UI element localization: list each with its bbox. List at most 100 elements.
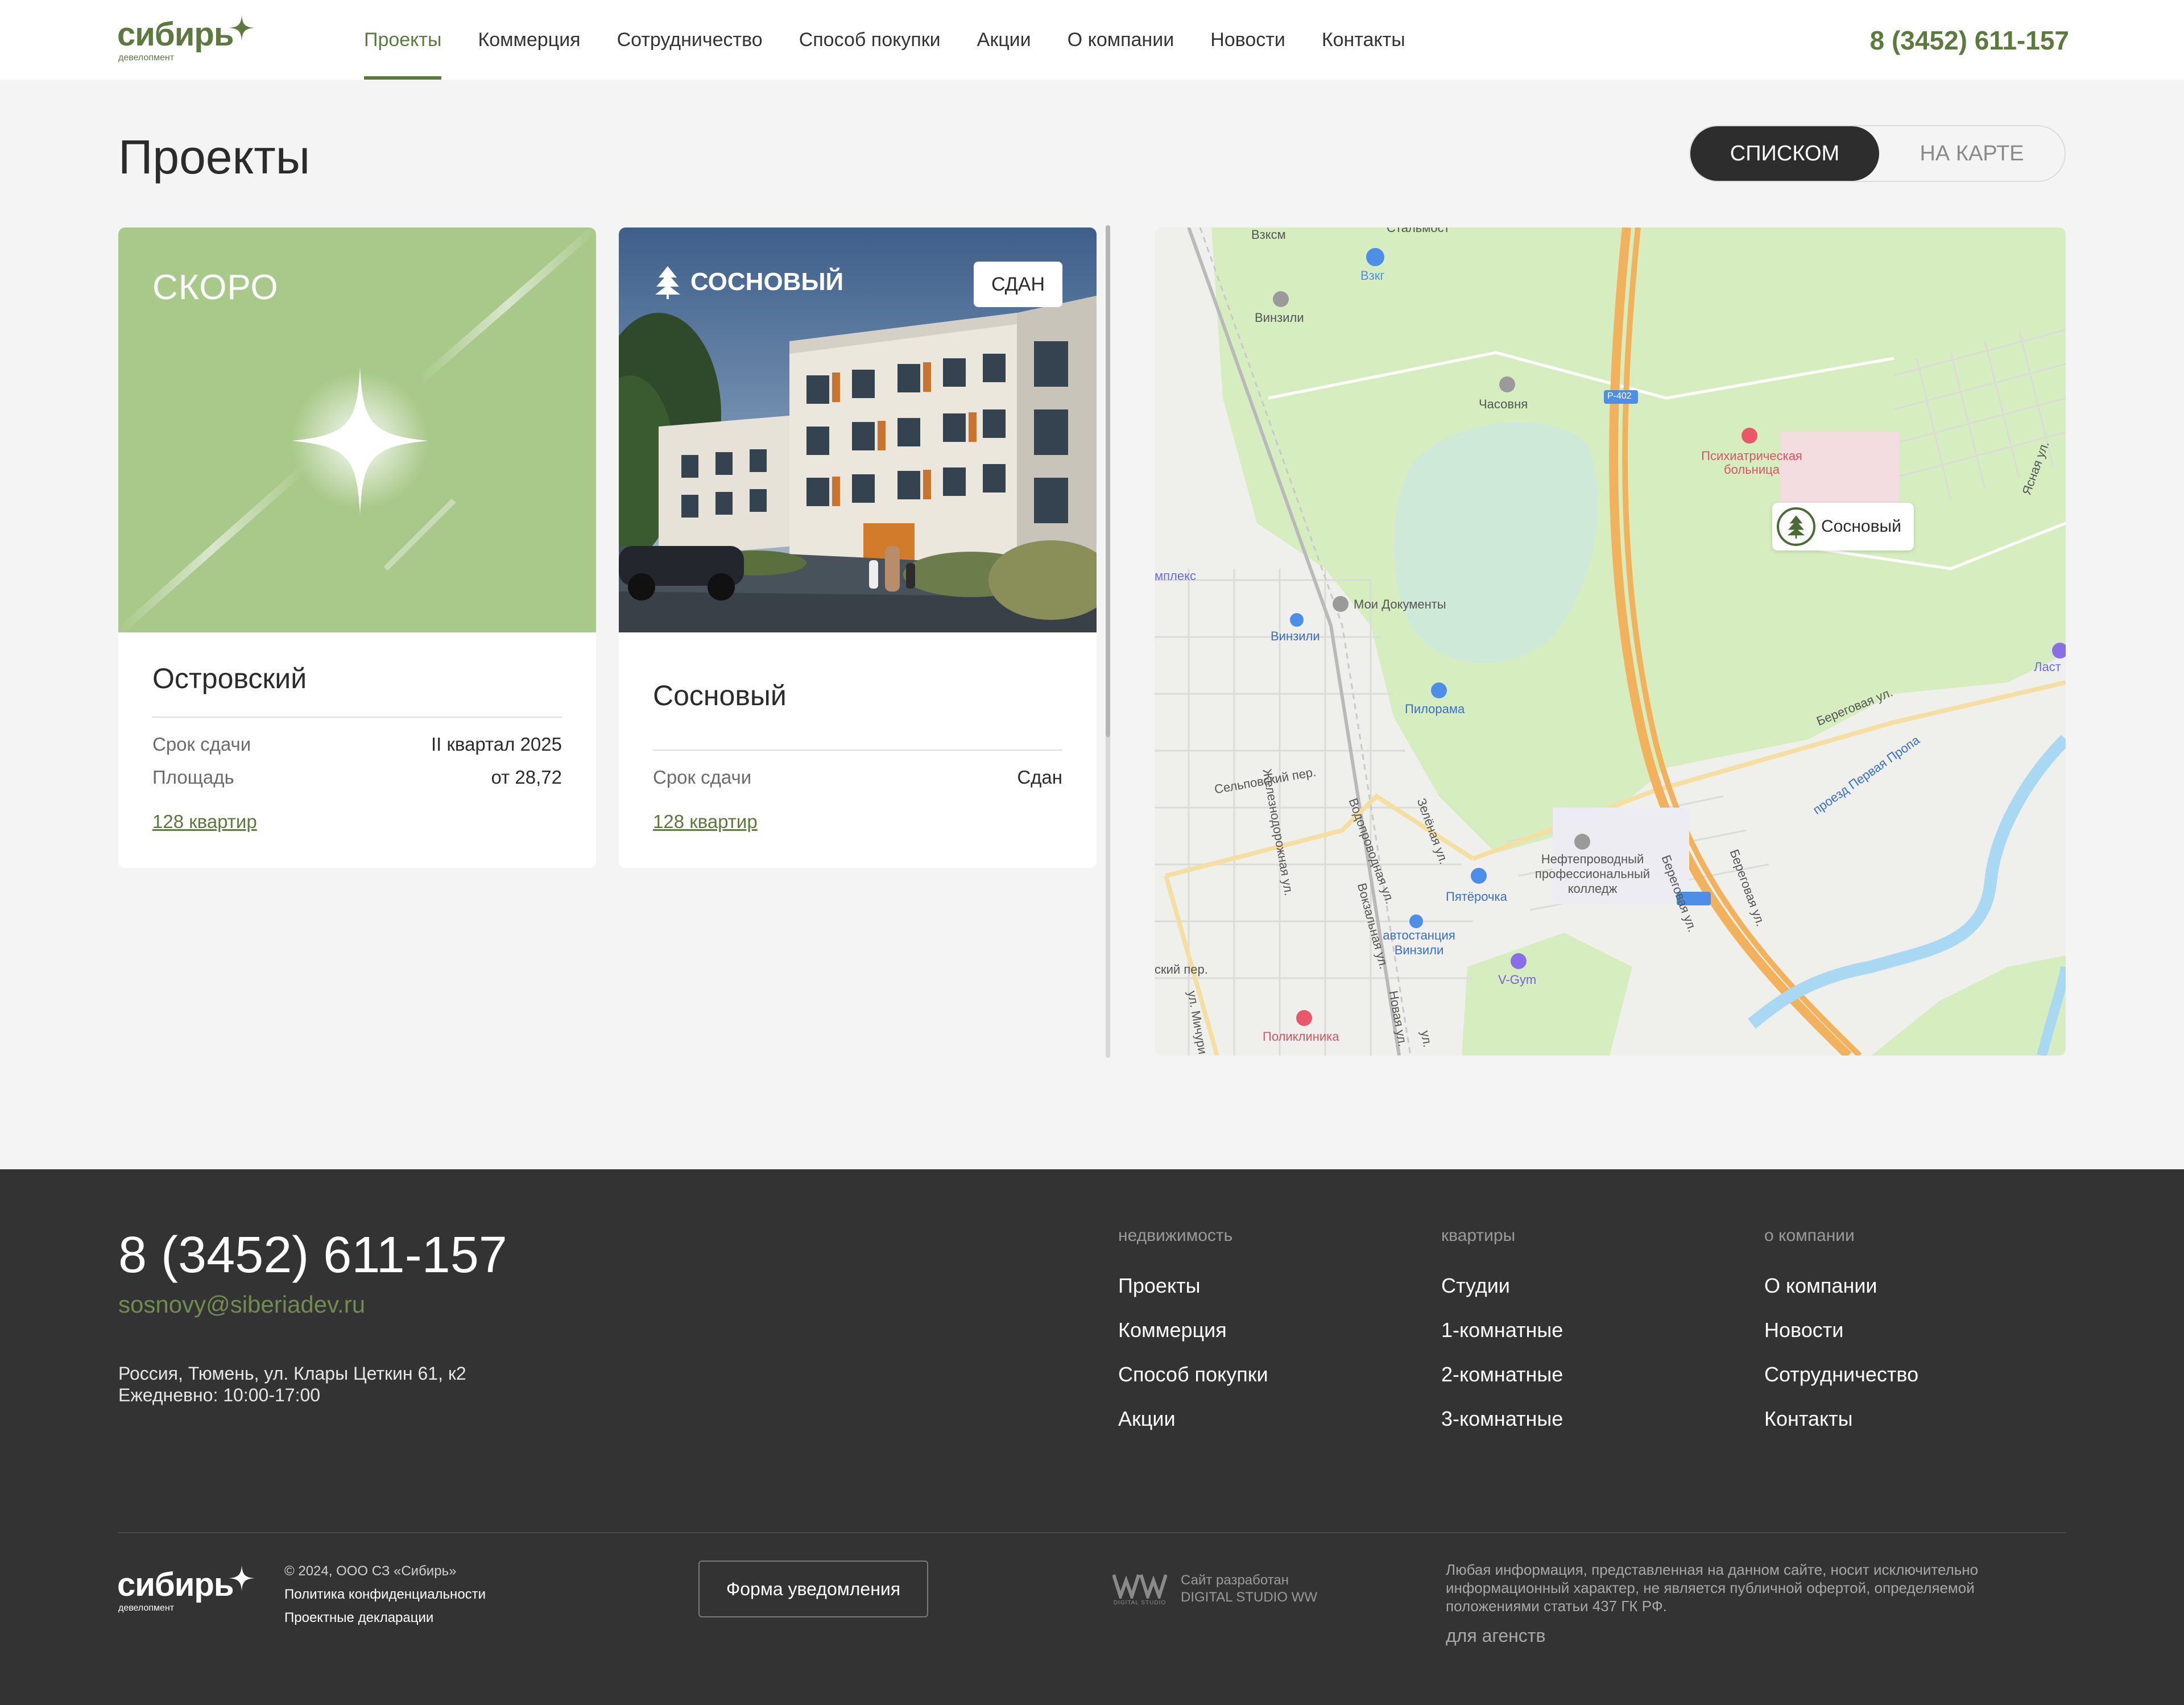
header-phone[interactable]: 8 (3452) 611-157 xyxy=(1870,25,2069,56)
footer-legal-links: © 2024, ООО СЗ «Сибирь» Политика конфиде… xyxy=(284,1559,486,1629)
map-label: Мои Документы xyxy=(1354,597,1446,611)
map-label: Поликлиника xyxy=(1263,1029,1339,1044)
nav-purchase-method[interactable]: Способ покупки xyxy=(799,0,941,80)
projects-map[interactable]: Взксм Стальмост Взкг Винзили Часовня Р-4… xyxy=(1155,227,2066,1056)
footer-column-realty: недвижимость Проекты Коммерция Способ по… xyxy=(1118,1226,1268,1451)
logo-wordmark: сибирь xyxy=(117,16,234,53)
pine-tree-icon xyxy=(1777,507,1815,546)
map-label: Стальмост xyxy=(1387,227,1450,235)
map-label: ул. xyxy=(1418,1029,1436,1049)
map-label: Винзили xyxy=(1271,629,1320,643)
footer-link-news[interactable]: Новости xyxy=(1764,1318,1918,1363)
map-pin-label: Сосновый xyxy=(1821,517,1901,536)
nav-news[interactable]: Новости xyxy=(1210,0,1285,80)
nav-cooperation[interactable]: Сотрудничество xyxy=(617,0,763,80)
row-label: Срок сдачи xyxy=(152,734,251,755)
road-shield: Р-402 xyxy=(1607,391,1632,401)
project-card-cover: СКОРО xyxy=(118,227,596,632)
footer-column-title: о компании xyxy=(1764,1226,1855,1245)
footer-address: Россия, Тюмень, ул. Клары Цеткин 61, к2 … xyxy=(118,1363,466,1406)
footer-link-promotions[interactable]: Акции xyxy=(1118,1407,1268,1451)
map-pin-sosnovy[interactable]: Сосновый xyxy=(1772,503,1914,551)
map-label: Ласт xyxy=(2034,660,2061,674)
nav-commerce[interactable]: Коммерция xyxy=(478,0,580,80)
footer-divider xyxy=(118,1532,2066,1533)
map-label: ский пер. xyxy=(1155,962,1208,976)
footer-link-studios[interactable]: Студии xyxy=(1441,1274,1563,1318)
footer-phone[interactable]: 8 (3452) 611-157 xyxy=(118,1226,507,1285)
project-card-ostrovsky[interactable]: СКОРО Островский Срок сдачи II квартал 2… xyxy=(118,227,596,868)
footer-link-contacts[interactable]: Контакты xyxy=(1764,1407,1918,1451)
nav-projects[interactable]: Проекты xyxy=(364,0,442,80)
legal-disclaimer: Любая информация, представленная на данн… xyxy=(1446,1561,1979,1615)
studio-line: Сайт разработан xyxy=(1181,1572,1289,1588)
footer-link-purchase-method[interactable]: Способ покупки xyxy=(1118,1363,1268,1407)
main-nav: Проекты Коммерция Сотрудничество Способ … xyxy=(364,0,1405,80)
site-footer: 8 (3452) 611-157 sosnovy@siberiadev.ru Р… xyxy=(0,1169,2184,1705)
footer-column-company: о компании О компании Новости Сотрудниче… xyxy=(1764,1226,1918,1451)
toggle-list-button[interactable]: СПИСКОМ xyxy=(1690,126,1879,181)
footer-logo[interactable]: сибирь девелопмент xyxy=(117,1565,255,1616)
map-label: Взкг xyxy=(1360,268,1385,283)
footer-link-2-room[interactable]: 2-комнатные xyxy=(1441,1363,1563,1407)
scrollbar-thumb[interactable] xyxy=(1106,225,1110,737)
list-scrollbar[interactable] xyxy=(1106,225,1110,1058)
info-row-area: Площадь от 28,72 xyxy=(152,767,562,788)
copyright: © 2024, ООО СЗ «Сибирь» xyxy=(284,1563,457,1579)
studio-text: Сайт разработан DIGITAL STUDIO WW xyxy=(1181,1572,1317,1606)
studio-logo-caption: DIGITAL STUDIO xyxy=(1113,1599,1167,1606)
nav-about[interactable]: О компании xyxy=(1068,0,1174,80)
footer-link-cooperation[interactable]: Сотрудничество xyxy=(1764,1363,1918,1407)
row-value: от 28,72 xyxy=(491,767,562,788)
nav-contacts[interactable]: Контакты xyxy=(1322,0,1405,80)
row-label: Срок сдачи xyxy=(653,767,752,788)
developer-credit[interactable]: DIGITAL STUDIO Сайт разработан DIGITAL S… xyxy=(1112,1572,1317,1606)
footer-column-apartments: квартиры Студии 1-комнатные 2-комнатные … xyxy=(1441,1226,1563,1451)
studio-name: DIGITAL STUDIO WW xyxy=(1181,1590,1317,1605)
agencies-link[interactable]: для агенств xyxy=(1446,1625,1545,1646)
map-label: Нефтепроводный профессиональный колледж xyxy=(1534,852,1651,896)
footer-link-about[interactable]: О компании xyxy=(1764,1274,1918,1318)
sparkle-icon xyxy=(229,15,255,41)
pine-tree-icon xyxy=(655,266,680,299)
row-label: Площадь xyxy=(152,767,234,788)
row-value: Сдан xyxy=(1017,767,1062,788)
working-hours: Ежедневно: 10:00-17:00 xyxy=(118,1385,321,1405)
map-label: Пилорама xyxy=(1405,702,1465,716)
row-value: II квартал 2025 xyxy=(431,734,562,755)
map-label: Взксм xyxy=(1251,227,1286,242)
logo-wordmark: сибирь xyxy=(117,1566,234,1603)
address-line: Россия, Тюмень, ул. Клары Цеткин 61, к2 xyxy=(118,1363,466,1384)
footer-link-3-room[interactable]: 3-комнатные xyxy=(1441,1407,1563,1451)
privacy-policy-link[interactable]: Политика конфиденциальности xyxy=(284,1583,486,1606)
footer-link-commerce[interactable]: Коммерция xyxy=(1118,1318,1268,1363)
view-toggle: СПИСКОМ НА КАРТЕ xyxy=(1689,125,2066,182)
map-label: Винзили xyxy=(1255,311,1304,325)
footer-email[interactable]: sosnovy@siberiadev.ru xyxy=(118,1291,365,1318)
logo-subtitle: девелопмент xyxy=(118,53,175,63)
footer-link-1-room[interactable]: 1-комнатные xyxy=(1441,1318,1563,1363)
apartments-link[interactable]: 128 квартир xyxy=(152,811,257,833)
logo-subtitle: девелопмент xyxy=(118,1603,175,1613)
project-declarations-link[interactable]: Проектные декларации xyxy=(284,1606,486,1629)
page-title: Проекты xyxy=(118,130,311,184)
project-name: Сосновый xyxy=(653,680,787,711)
divider xyxy=(152,717,562,718)
apartments-link[interactable]: 128 квартир xyxy=(653,811,758,833)
map-label: V-Gym xyxy=(1498,972,1537,987)
site-header: сибирь девелопмент Проекты Коммерция Сот… xyxy=(0,0,2184,80)
map-label: Психиатрическая больница xyxy=(1701,449,1802,477)
nav-promotions[interactable]: Акции xyxy=(977,0,1031,80)
notification-form-button[interactable]: Форма уведомления xyxy=(698,1561,928,1617)
map-label: мплекс xyxy=(1155,569,1196,583)
project-card-photo: СОСНОВЫЙ СДАН xyxy=(619,227,1097,632)
divider xyxy=(653,750,1062,751)
toggle-map-button[interactable]: НА КАРТЕ xyxy=(1879,126,2065,181)
coming-soon-badge: СКОРО xyxy=(152,268,279,307)
project-brand-label: СОСНОВЫЙ xyxy=(690,268,844,296)
map-label: Часовня xyxy=(1479,397,1528,411)
site-logo[interactable]: сибирь девелопмент xyxy=(117,15,255,66)
footer-link-projects[interactable]: Проекты xyxy=(1118,1274,1268,1318)
project-card-sosnovy[interactable]: СОСНОВЫЙ СДАН Сосновый Срок сдачи Сдан 1… xyxy=(619,227,1097,868)
info-row-deadline: Срок сдачи II квартал 2025 xyxy=(152,734,562,755)
